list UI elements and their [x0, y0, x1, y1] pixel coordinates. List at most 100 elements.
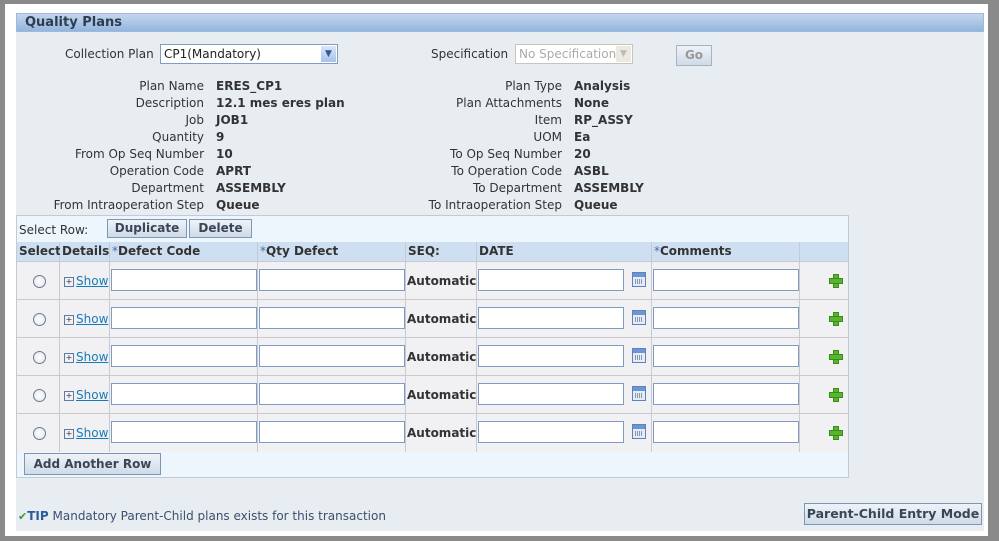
- defect-code-input[interactable]: [111, 307, 257, 329]
- column-header-seq: SEQ:: [406, 242, 477, 261]
- comments-input[interactable]: [653, 307, 799, 329]
- go-button[interactable]: Go: [676, 45, 712, 66]
- table-row: + Show Automatic: [17, 261, 848, 300]
- add-row-plus-icon[interactable]: [829, 388, 843, 402]
- column-header-add: [800, 242, 848, 261]
- column-header-select: Select: [17, 242, 61, 261]
- qty-defect-input[interactable]: [259, 307, 405, 329]
- detail-value: Ea: [574, 130, 591, 144]
- qty-defect-input[interactable]: [259, 345, 405, 367]
- tip-label: TIP: [27, 509, 49, 523]
- seq-value: Automatic: [407, 312, 477, 326]
- qty-defect-input[interactable]: [259, 421, 405, 443]
- detail-value: Queue: [574, 198, 618, 212]
- comments-input[interactable]: [653, 269, 799, 291]
- specification-select[interactable]: No Specification ▼: [515, 44, 633, 64]
- detail-label: Department: [131, 181, 204, 195]
- expand-plus-icon: +: [64, 429, 74, 439]
- detail-label: To Operation Code: [451, 164, 562, 178]
- calendar-icon[interactable]: [632, 310, 646, 325]
- calendar-icon[interactable]: [632, 424, 646, 439]
- detail-label: To Intraoperation Step: [428, 198, 562, 212]
- detail-label: Item: [534, 113, 562, 127]
- seq-value: Automatic: [407, 388, 477, 402]
- calendar-icon[interactable]: [632, 272, 646, 287]
- comments-input[interactable]: [653, 383, 799, 405]
- date-input[interactable]: [478, 307, 624, 329]
- detail-value: APRT: [216, 164, 251, 178]
- chevron-down-icon: ▼: [321, 46, 336, 62]
- date-input[interactable]: [478, 421, 624, 443]
- window-frame: Quality Plans Collection Plan CP1(Mandat…: [5, 4, 988, 536]
- parent-child-entry-mode-button[interactable]: Parent-Child Entry Mode: [804, 503, 982, 525]
- show-details-link[interactable]: + Show: [64, 350, 108, 364]
- defects-table: Select Row: Duplicate Delete Select Deta…: [16, 215, 849, 478]
- qty-defect-input[interactable]: [259, 383, 405, 405]
- collection-plan-value: CP1(Mandatory): [164, 47, 261, 61]
- detail-value: Analysis: [574, 79, 631, 93]
- detail-value: Queue: [216, 198, 260, 212]
- show-details-link[interactable]: + Show: [64, 388, 108, 402]
- row-select-radio[interactable]: [33, 275, 46, 288]
- defect-code-input[interactable]: [111, 383, 257, 405]
- check-icon: ✔: [18, 510, 28, 523]
- qty-defect-input[interactable]: [259, 269, 405, 291]
- tip-message: ✔TIP Mandatory Parent-Child plans exists…: [18, 509, 386, 523]
- row-select-radio[interactable]: [33, 389, 46, 402]
- add-row-plus-icon[interactable]: [829, 312, 843, 326]
- column-header-qty-defect: *Qty Defect: [258, 242, 406, 261]
- detail-value: ASBL: [574, 164, 609, 178]
- calendar-icon[interactable]: [632, 348, 646, 363]
- detail-label: Description: [135, 96, 204, 110]
- detail-value: 20: [574, 147, 591, 161]
- expand-plus-icon: +: [64, 391, 74, 401]
- defect-code-input[interactable]: [111, 269, 257, 291]
- calendar-icon[interactable]: [632, 386, 646, 401]
- detail-value: ASSEMBLY: [216, 181, 286, 195]
- date-input[interactable]: [478, 345, 624, 367]
- quality-plans-region: Quality Plans Collection Plan CP1(Mandat…: [16, 13, 984, 531]
- detail-value: RP_ASSY: [574, 113, 633, 127]
- detail-label: From Op Seq Number: [74, 147, 204, 161]
- seq-value: Automatic: [407, 274, 477, 288]
- region-title: Quality Plans: [25, 15, 122, 30]
- detail-value: 9: [216, 130, 225, 144]
- column-header-comments: *Comments: [652, 242, 800, 261]
- row-select-radio[interactable]: [33, 351, 46, 364]
- show-details-link[interactable]: + Show: [64, 274, 108, 288]
- detail-value: 12.1 mes eres plan: [216, 96, 345, 110]
- show-details-link[interactable]: + Show: [64, 312, 108, 326]
- expand-plus-icon: +: [64, 353, 74, 363]
- comments-input[interactable]: [653, 421, 799, 443]
- add-row-plus-icon[interactable]: [829, 274, 843, 288]
- row-select-radio[interactable]: [33, 427, 46, 440]
- date-input[interactable]: [478, 269, 624, 291]
- duplicate-button[interactable]: Duplicate: [107, 219, 187, 238]
- add-row-plus-icon[interactable]: [829, 350, 843, 364]
- detail-label: Quantity: [152, 130, 204, 144]
- detail-value: JOB1: [216, 113, 249, 127]
- add-another-row-button[interactable]: Add Another Row: [24, 453, 161, 475]
- defect-code-input[interactable]: [111, 421, 257, 443]
- collection-plan-select[interactable]: CP1(Mandatory) ▼: [160, 44, 338, 64]
- date-input[interactable]: [478, 383, 624, 405]
- tip-text: Mandatory Parent-Child plans exists for …: [52, 509, 386, 523]
- comments-input[interactable]: [653, 345, 799, 367]
- column-header-defect-code: *Defect Code: [110, 242, 258, 261]
- show-details-link[interactable]: + Show: [64, 426, 108, 440]
- defect-code-input[interactable]: [111, 345, 257, 367]
- detail-label: To Op Seq Number: [450, 147, 562, 161]
- row-select-radio[interactable]: [33, 313, 46, 326]
- table-row: + Show Automatic: [17, 375, 848, 414]
- chevron-down-icon: ▼: [616, 46, 631, 62]
- detail-label: Operation Code: [109, 164, 204, 178]
- add-row-plus-icon[interactable]: [829, 426, 843, 440]
- detail-label: Plan Type: [505, 79, 562, 93]
- delete-button[interactable]: Delete: [189, 219, 252, 238]
- detail-value: 10: [216, 147, 233, 161]
- select-row-label: Select Row:: [19, 223, 89, 237]
- detail-label: From Intraoperation Step: [53, 198, 204, 212]
- detail-value: ASSEMBLY: [574, 181, 644, 195]
- detail-value: ERES_CP1: [216, 79, 283, 93]
- table-row: + Show Automatic: [17, 337, 848, 376]
